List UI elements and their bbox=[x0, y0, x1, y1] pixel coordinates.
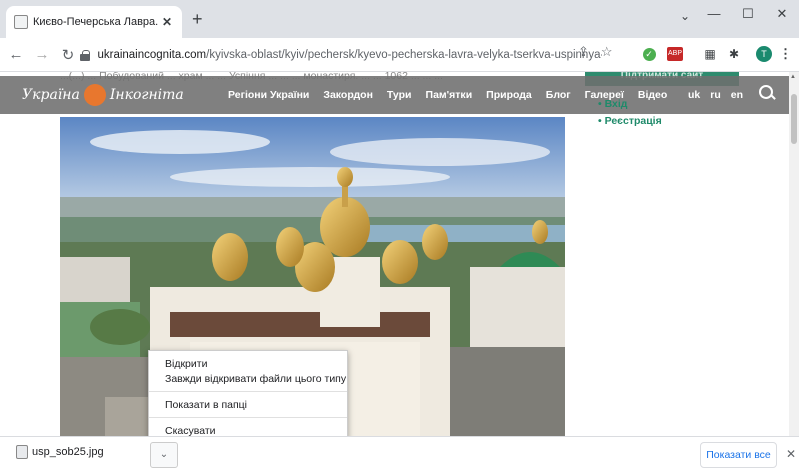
back-arrow-icon[interactable]: ← bbox=[6, 46, 26, 63]
check-extension-icon[interactable]: ✓ bbox=[640, 44, 658, 64]
download-options-chevron-icon[interactable]: ⌄ bbox=[150, 442, 178, 468]
reload-icon[interactable]: ↻ bbox=[58, 46, 78, 64]
menu-always-open-type[interactable]: Завжди відкривати файли цього типу bbox=[149, 371, 347, 386]
logo-text-right: Інкогніта bbox=[109, 87, 184, 103]
lang-en[interactable]: en bbox=[731, 89, 743, 101]
share-icon[interactable]: ⇪ bbox=[578, 44, 589, 60]
kebab-menu-icon[interactable]: ⋮ bbox=[779, 46, 792, 62]
window-controls: — ☐ ✕ bbox=[697, 6, 799, 22]
nav-landmarks[interactable]: Пам'ятки bbox=[426, 89, 473, 101]
language-switcher: uk ru en bbox=[688, 89, 743, 101]
maximize-icon[interactable]: ☐ bbox=[731, 6, 765, 22]
download-context-menu: Відкрити Завжди відкривати файли цього т… bbox=[148, 350, 348, 440]
forward-arrow-icon[interactable]: → bbox=[32, 46, 52, 63]
new-tab-button[interactable]: + bbox=[192, 10, 203, 28]
nav-nature[interactable]: Природа bbox=[486, 89, 532, 101]
puzzle-icon[interactable]: ✱ bbox=[724, 44, 744, 64]
login-link[interactable]: Вхід bbox=[598, 98, 662, 110]
url-text[interactable]: ukrainaincognita.com/kyivska-oblast/kyiv… bbox=[97, 49, 602, 61]
tab-strip: Києво-Печерська Лавра. Вел ✕ + ⌄ — ☐ ✕ bbox=[0, 0, 799, 38]
adblock-icon[interactable]: ABP bbox=[664, 44, 686, 64]
minimize-icon[interactable]: — bbox=[697, 6, 731, 22]
register-link[interactable]: Реєстрація bbox=[598, 115, 662, 127]
star-icon[interactable]: ☆ bbox=[601, 44, 613, 60]
omnibox-icons: ⇪ ☆ bbox=[578, 44, 613, 60]
image-file-icon bbox=[16, 445, 28, 459]
site-logo[interactable]: Україна Інкогніта bbox=[22, 84, 184, 106]
logo-text-left: Україна bbox=[22, 87, 80, 103]
show-all-downloads-button[interactable]: Показати все bbox=[700, 442, 777, 468]
tab-search-icon[interactable]: ⌄ bbox=[680, 9, 690, 23]
menu-show-in-folder[interactable]: Показати в папці bbox=[149, 397, 347, 412]
menu-open[interactable]: Відкрити bbox=[149, 356, 347, 371]
browser-tab[interactable]: Києво-Печерська Лавра. Вел ✕ bbox=[6, 6, 182, 38]
menu-divider bbox=[149, 391, 347, 392]
nav-regions[interactable]: Регіони України bbox=[228, 89, 309, 101]
scroll-up-icon[interactable]: ▲ bbox=[790, 74, 796, 80]
profile-avatar[interactable]: T bbox=[756, 46, 772, 62]
window-close-icon[interactable]: ✕ bbox=[765, 6, 799, 22]
download-filename[interactable]: usp_sob25.jpg bbox=[32, 446, 104, 458]
lang-ru[interactable]: ru bbox=[710, 89, 721, 101]
logo-mark-icon bbox=[83, 84, 106, 106]
nav-abroad[interactable]: Закордон bbox=[323, 89, 373, 101]
search-icon[interactable] bbox=[758, 84, 776, 102]
address-bar[interactable]: ukrainaincognita.com/kyivska-oblast/kyiv… bbox=[80, 43, 602, 67]
tab-title: Києво-Печерська Лавра. Вел bbox=[33, 16, 160, 28]
close-shelf-icon[interactable]: ✕ bbox=[786, 447, 796, 461]
menu-divider bbox=[149, 417, 347, 418]
lang-uk[interactable]: uk bbox=[688, 89, 700, 101]
favicon-icon bbox=[14, 15, 28, 29]
tab-close-icon[interactable]: ✕ bbox=[160, 15, 174, 29]
nav-tours[interactable]: Тури bbox=[387, 89, 412, 101]
scrollbar-thumb[interactable] bbox=[791, 94, 797, 144]
site-navbar: Україна Інкогніта Регіони України Закорд… bbox=[0, 76, 789, 114]
lock-icon[interactable] bbox=[80, 50, 91, 61]
download-item[interactable]: usp_sob25.jpg bbox=[16, 445, 104, 459]
account-links: Вхід Реєстрація bbox=[598, 98, 662, 132]
qr-icon[interactable]: ▦ bbox=[702, 44, 718, 64]
page-content: ...(...) ... Побудований ... храм ... ..… bbox=[0, 72, 799, 436]
nav-blog[interactable]: Блог bbox=[546, 89, 571, 101]
download-shelf: usp_sob25.jpg ⌄ Показати все ✕ bbox=[0, 436, 799, 471]
